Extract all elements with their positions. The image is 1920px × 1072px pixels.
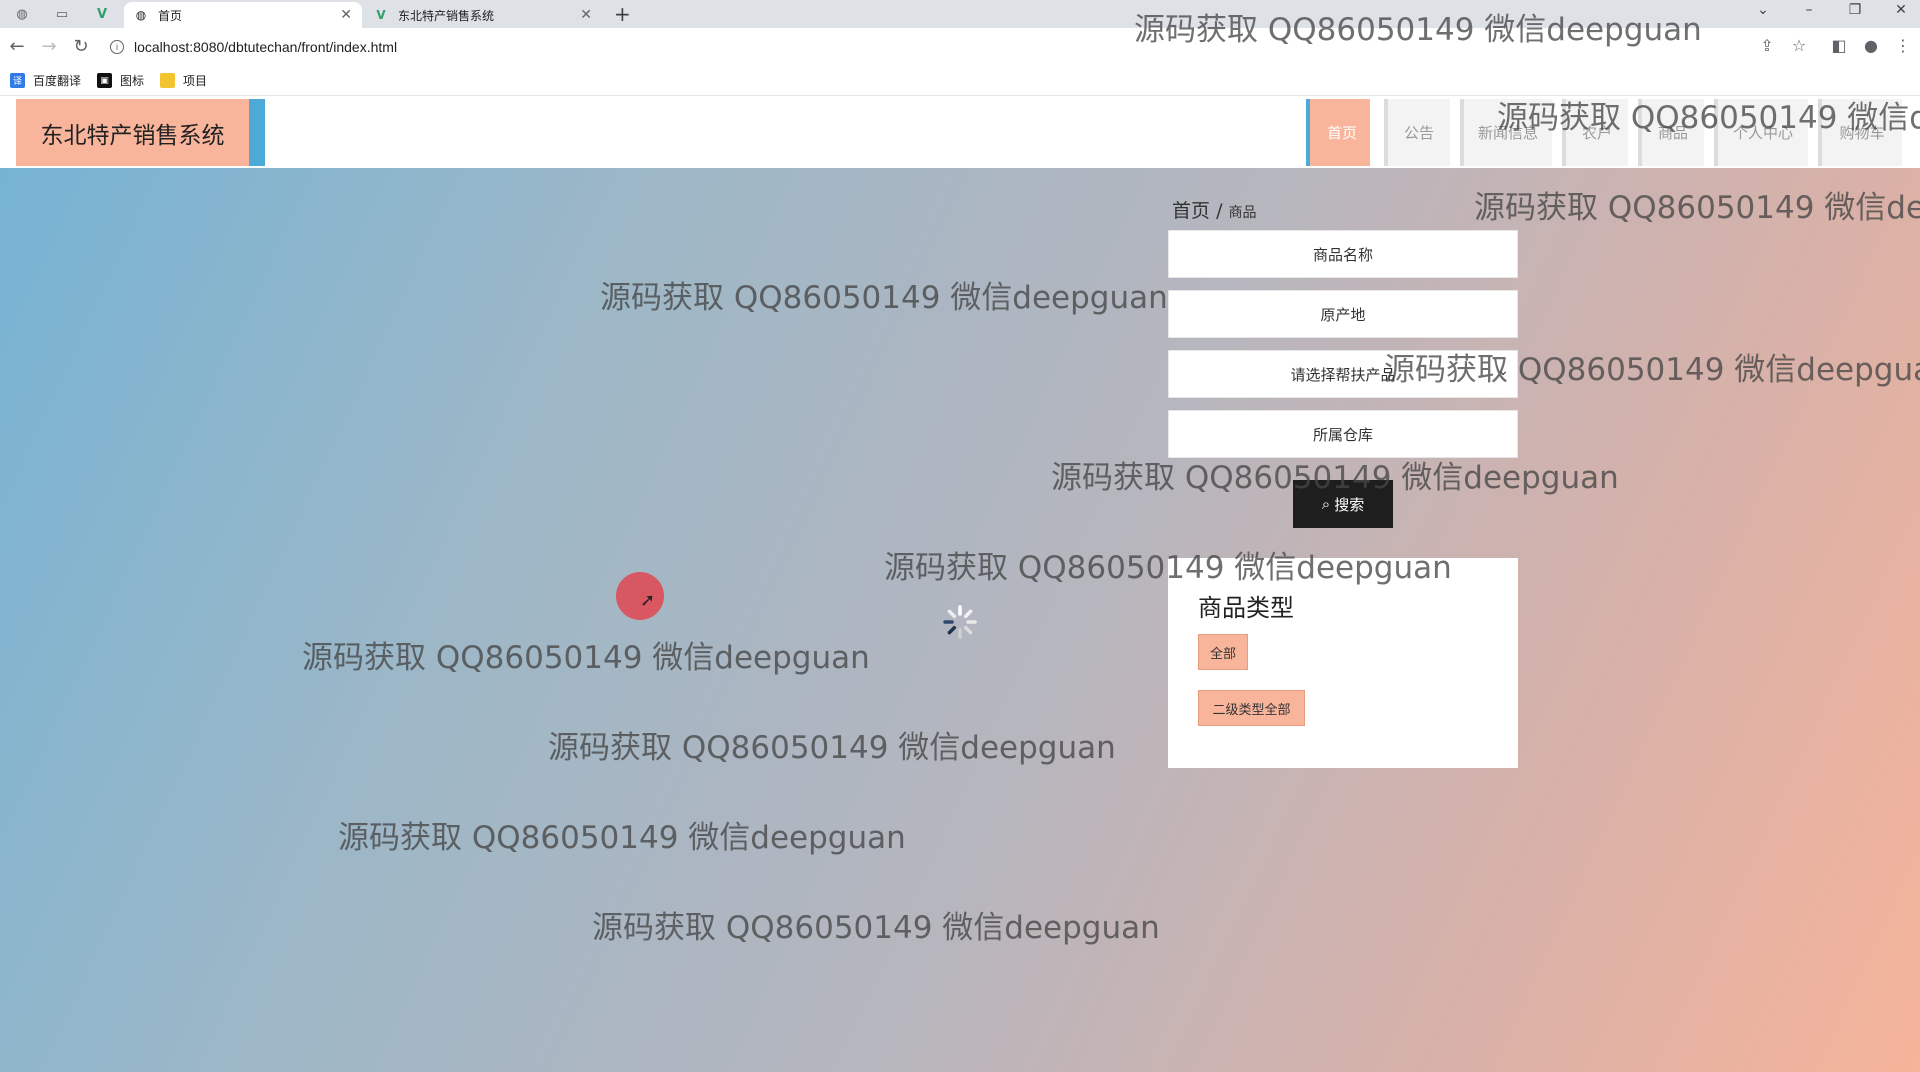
bookmark-icons[interactable]: ▣ 图标: [97, 72, 144, 89]
profile-icon[interactable]: ●: [1860, 36, 1882, 55]
back-icon[interactable]: ←: [6, 36, 28, 57]
watermark-text: 源码获取 QQ86050149 微信deepguan: [1384, 352, 1920, 388]
watermark-text: 源码获取 QQ86050149 微信deepguan: [302, 640, 870, 676]
watermark-text: 源码获取 QQ86050149 微信deepguan: [548, 730, 1116, 766]
chevron-down-icon[interactable]: ⌄: [1740, 2, 1786, 18]
menu-icon[interactable]: ⋮: [1892, 36, 1914, 55]
watermark-text: 源码获取 QQ86050149 微信deepguan: [600, 280, 1168, 316]
category-title: 商品类型: [1198, 594, 1294, 622]
watermark-text: 源码获取 QQ86050149 微信deepguan: [338, 820, 906, 856]
main-content: 首页 / 商品 商品名称 原产地 请选择帮扶产品 ⌄ 所属仓库 ⌕ 搜索 商品类…: [0, 168, 1920, 1072]
nav-home[interactable]: 首页: [1310, 99, 1370, 166]
bookmark-baidu-translate[interactable]: 译 百度翻译: [10, 72, 81, 89]
category-panel: 商品类型 全部 二级类型全部: [1168, 558, 1518, 768]
tab-title: 东北特产销售系统: [398, 8, 495, 23]
nav-notice[interactable]: 公告: [1384, 99, 1450, 166]
bookmark-project[interactable]: 项目: [160, 72, 207, 89]
url-text: localhost:8080/dbtutechan/front/index.ht…: [134, 39, 398, 55]
forward-icon[interactable]: →: [38, 36, 60, 57]
vue-icon: V: [376, 8, 386, 22]
site-logo[interactable]: 东北特产销售系统: [16, 99, 249, 166]
search-icon: ⌕: [1321, 495, 1331, 513]
info-icon[interactable]: i: [110, 40, 124, 54]
window-close-button[interactable]: ✕: [1878, 2, 1920, 18]
minimize-button[interactable]: –: [1786, 2, 1832, 18]
sidepanel-icon[interactable]: ◧: [1828, 36, 1850, 55]
watermark-text: 源码获取 QQ86050149 微信deepguan: [884, 550, 1452, 586]
cursor-icon: ➚: [640, 590, 656, 611]
watermark-text: 源码获取 QQ86050149 微信deepguan: [1474, 190, 1920, 226]
breadcrumb-home[interactable]: 首页: [1172, 200, 1210, 222]
category-tag-all[interactable]: 全部: [1198, 634, 1248, 670]
watermark-text: 源码获取 QQ86050149 微信deepguan: [1497, 100, 1920, 136]
translate-icon: 译: [10, 73, 25, 88]
restore-button[interactable]: ❐: [1832, 2, 1878, 18]
blank-tab-icon[interactable]: ▭: [48, 3, 76, 25]
watermark-text: 源码获取 QQ86050149 微信deepguan: [592, 910, 1160, 946]
watermark-text: 源码获取 QQ86050149 微信deepguan: [1134, 12, 1702, 48]
breadcrumb-current: 商品: [1228, 205, 1257, 221]
vue-icon[interactable]: V: [88, 3, 116, 25]
tab-title: 首页: [158, 8, 183, 23]
breadcrumb-separator: /: [1216, 200, 1223, 222]
loading-spinner-icon: [943, 605, 977, 639]
category-tag-sub-all[interactable]: 二级类型全部: [1198, 690, 1305, 726]
globe-icon: ◍: [135, 8, 147, 22]
tab-home[interactable]: ◍ 首页 ✕: [124, 2, 362, 28]
breadcrumb: 首页 / 商品: [1172, 196, 1257, 223]
warehouse-input[interactable]: 所属仓库: [1168, 410, 1518, 458]
close-icon[interactable]: ✕: [340, 7, 352, 23]
reload-icon[interactable]: ↻: [70, 36, 92, 57]
tab-system[interactable]: V 东北特产销售系统 ✕: [364, 2, 602, 28]
folder-icon: [160, 73, 176, 88]
new-tab-button[interactable]: +: [614, 2, 631, 26]
share-icon[interactable]: ⇪: [1756, 36, 1778, 55]
image-icon: ▣: [97, 73, 113, 88]
product-name-input[interactable]: 商品名称: [1168, 230, 1518, 278]
watermark-text: 源码获取 QQ86050149 微信deepguan: [1051, 460, 1619, 496]
globe-icon[interactable]: ◍: [8, 3, 36, 25]
origin-input[interactable]: 原产地: [1168, 290, 1518, 338]
logo-accent-bar: [249, 99, 265, 166]
close-icon[interactable]: ✕: [580, 7, 592, 23]
star-icon[interactable]: ☆: [1788, 36, 1810, 55]
select-value: 请选择帮扶产品: [1290, 365, 1396, 384]
